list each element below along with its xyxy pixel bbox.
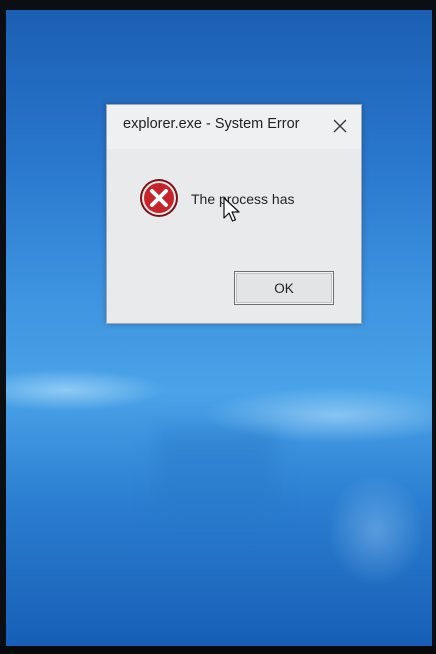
mouse-pointer-icon [223, 197, 240, 222]
close-icon [333, 119, 347, 133]
desktop-glow [156, 430, 276, 510]
ok-button[interactable]: OK [234, 271, 334, 305]
error-icon [140, 179, 178, 217]
dialog-content: The process has OK [107, 149, 361, 323]
dialog-title: explorer.exe - System Error [123, 116, 300, 132]
error-message: The process has [191, 191, 295, 207]
close-button[interactable] [327, 113, 353, 139]
dialog-titlebar[interactable]: explorer.exe - System Error [107, 105, 361, 149]
screen-frame: explorer.exe - System Error The process … [0, 0, 436, 654]
bottom-edge [0, 646, 436, 654]
